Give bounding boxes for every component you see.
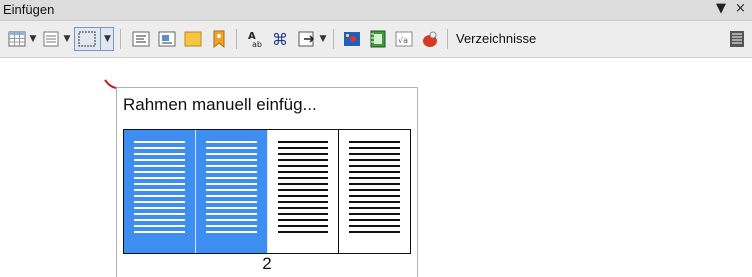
index-icon[interactable]	[726, 28, 748, 50]
table-icon[interactable]	[6, 28, 28, 50]
insert-toolbar: ▼ ▼ ▼ Aab ⌘ ▼ √a Verzeichnisse	[0, 21, 752, 58]
bookmark-icon[interactable]	[208, 28, 230, 50]
toolbar-title: Einfügen	[3, 2, 55, 17]
verzeichnisse-button[interactable]: Verzeichnisse	[456, 31, 536, 46]
toolbar-menu-icon[interactable]: ▼	[716, 1, 726, 16]
toolbar-separator	[120, 29, 121, 49]
object-icon[interactable]	[419, 28, 441, 50]
svg-text:√a: √a	[398, 36, 408, 45]
toolbar-titlebar: Einfügen ▼ ×	[0, 0, 752, 21]
formula-icon[interactable]: √a	[393, 28, 415, 50]
column-cell-1[interactable]	[124, 130, 196, 253]
toolbar-separator	[447, 29, 448, 49]
close-icon[interactable]: ×	[735, 1, 746, 16]
pointer-mark	[104, 79, 116, 89]
section-icon[interactable]	[40, 28, 62, 50]
field-icon[interactable]: ⌘	[270, 28, 292, 50]
svg-text:ab: ab	[252, 40, 262, 49]
cross-reference-dropdown-arrow[interactable]: ▼	[318, 30, 328, 48]
column-cell-3[interactable]	[268, 130, 340, 253]
text-box-icon[interactable]	[130, 28, 152, 50]
image-icon[interactable]	[341, 28, 363, 50]
frame-dropdown-arrow[interactable]: ▼	[100, 27, 114, 51]
column-grid[interactable]	[123, 129, 411, 254]
svg-text:⌘: ⌘	[272, 30, 288, 49]
note-icon[interactable]	[182, 28, 204, 50]
special-character-icon[interactable]: Aab	[244, 28, 266, 50]
column-selector-popup: Rahmen manuell einfüg... 2	[116, 87, 418, 277]
popup-title: Rahmen manuell einfüg...	[123, 95, 317, 114]
media-icon[interactable]	[367, 28, 389, 50]
section-dropdown-arrow[interactable]: ▼	[62, 30, 72, 48]
table-dropdown-arrow[interactable]: ▼	[28, 30, 38, 48]
cross-reference-icon[interactable]	[296, 28, 318, 50]
toolbar-separator	[236, 29, 237, 49]
toolbar-separator	[333, 29, 334, 49]
column-cell-4[interactable]	[339, 130, 410, 253]
footnote-icon[interactable]	[156, 28, 178, 50]
column-cell-2[interactable]	[195, 130, 268, 253]
column-count-label: 2	[262, 254, 272, 273]
